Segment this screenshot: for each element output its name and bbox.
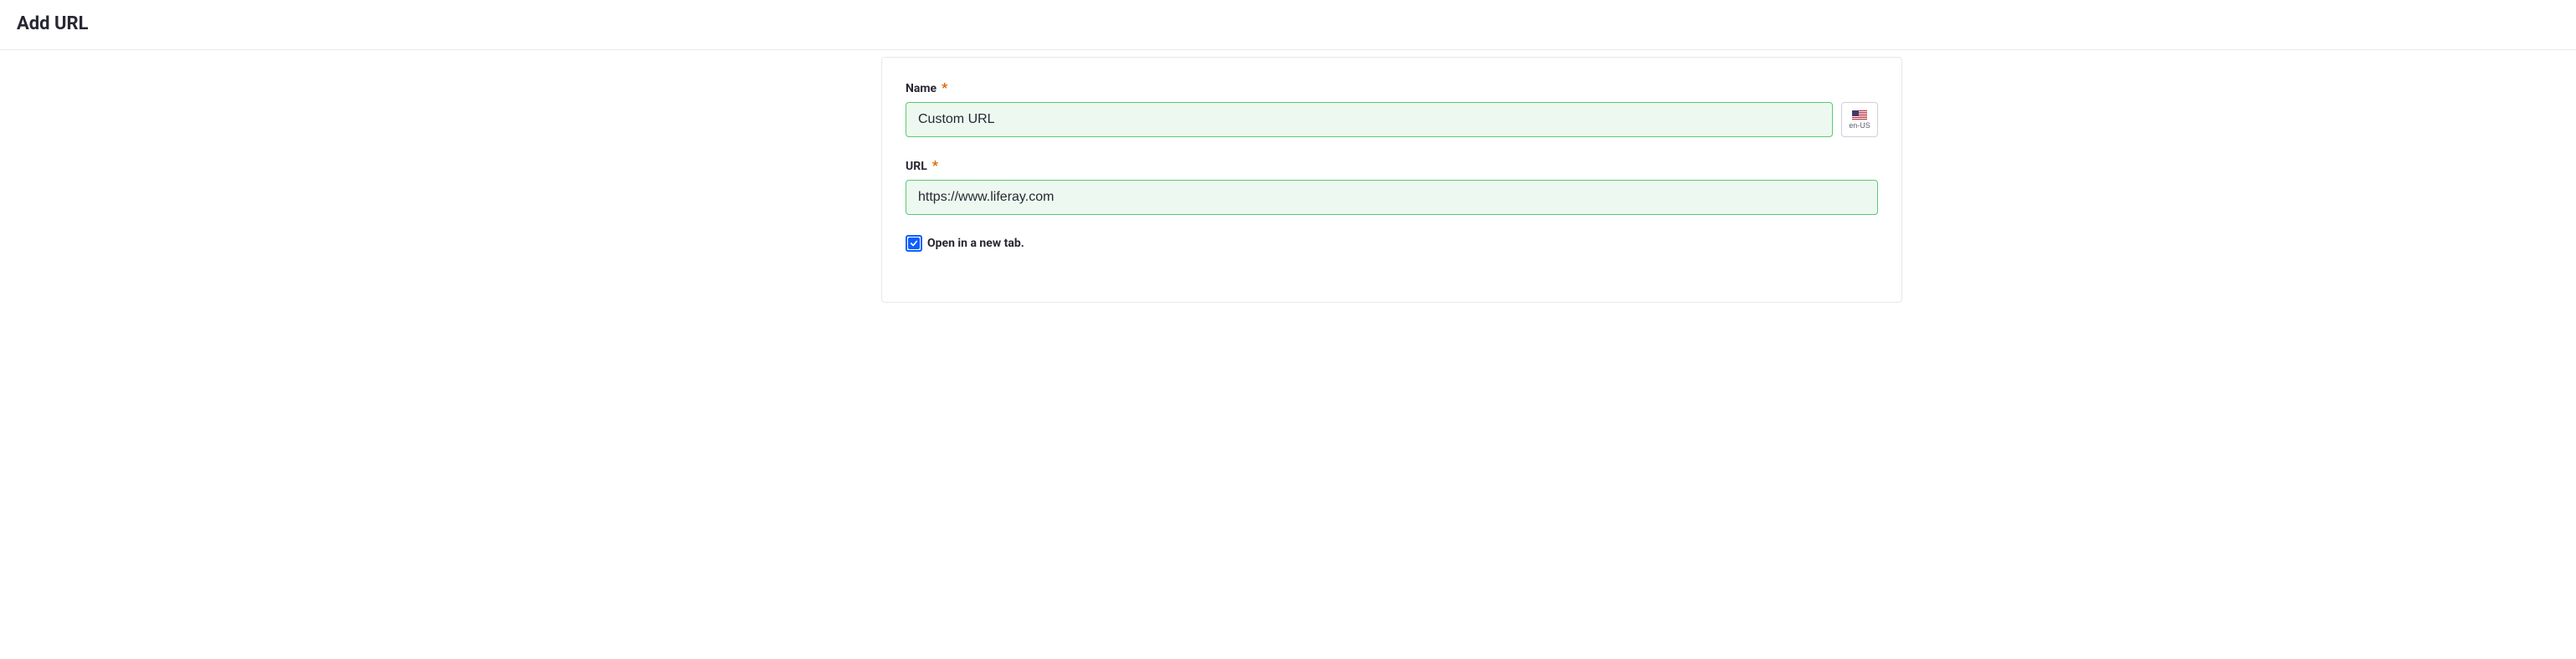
name-input[interactable] bbox=[906, 102, 1833, 137]
url-input[interactable] bbox=[906, 180, 1878, 215]
page-header: Add URL bbox=[0, 0, 2576, 50]
content-wrap: Name * en-US bbox=[0, 50, 2576, 319]
form-card: Name * en-US bbox=[881, 57, 1902, 303]
open-new-tab-checkbox-wrap bbox=[906, 235, 922, 252]
us-flag-icon bbox=[1852, 110, 1867, 120]
url-required-marker: * bbox=[932, 157, 938, 173]
open-new-tab-label[interactable]: Open in a new tab. bbox=[927, 237, 1024, 250]
url-input-row bbox=[906, 180, 1878, 215]
open-new-tab-row: Open in a new tab. bbox=[906, 235, 1878, 252]
name-field-group: Name * en-US bbox=[906, 79, 1878, 137]
name-required-marker: * bbox=[942, 79, 947, 95]
url-label: URL bbox=[906, 160, 927, 173]
locale-selector-button[interactable]: en-US bbox=[1841, 102, 1878, 137]
url-label-row: URL * bbox=[906, 157, 1878, 173]
url-field-group: URL * bbox=[906, 157, 1878, 215]
name-input-row: en-US bbox=[906, 102, 1878, 137]
locale-code-label: en-US bbox=[1849, 121, 1870, 130]
name-label-row: Name * bbox=[906, 79, 1878, 95]
page-title: Add URL bbox=[17, 13, 2559, 34]
name-label: Name bbox=[906, 82, 936, 95]
